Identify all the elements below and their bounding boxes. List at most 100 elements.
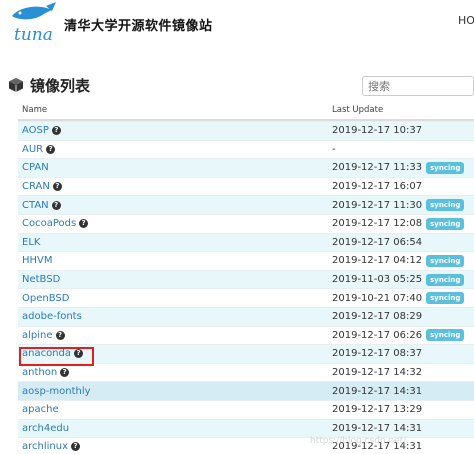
- help-icon[interactable]: ?: [74, 349, 84, 359]
- mirror-link[interactable]: arch4edu: [22, 423, 69, 434]
- nav-home-link[interactable]: HOM: [458, 14, 474, 27]
- mirror-name-cell: CRAN?: [18, 181, 328, 192]
- mirror-name-cell: OpenBSD: [18, 293, 328, 304]
- mirror-link[interactable]: CPAN: [22, 162, 49, 173]
- table-row: apache 2019-12-17 13:29: [18, 399, 474, 419]
- status-badge: syncing: [426, 199, 465, 212]
- column-header-last-update[interactable]: Last Update: [328, 105, 474, 115]
- search-input[interactable]: [362, 76, 474, 96]
- table-row: OpenBSD 2019-10-21 07:40 syncing: [18, 288, 474, 307]
- status-badge: syncing: [426, 329, 465, 342]
- mirror-link[interactable]: HHVM: [22, 255, 53, 266]
- site-title[interactable]: 清华大学开源软件镜像站: [64, 15, 213, 34]
- mirror-name-cell: archlinux?: [18, 441, 328, 452]
- last-update-cell: 2019-12-17 16:07: [328, 181, 474, 192]
- last-update-cell: 2019-12-17 06:26 syncing: [328, 329, 474, 342]
- watermark: https://blog.csdn.net/...: [310, 436, 415, 446]
- tuna-logo[interactable]: tuna: [6, 2, 58, 46]
- last-update-cell: 2019-12-17 08:37: [328, 348, 474, 359]
- help-icon[interactable]: ?: [55, 330, 65, 340]
- last-update-text: 2019-12-17 13:29: [332, 404, 423, 416]
- mirror-name-cell: ELK: [18, 237, 328, 248]
- mirror-link[interactable]: anaconda: [22, 348, 71, 359]
- help-icon[interactable]: ?: [60, 368, 70, 378]
- last-update-text: 2019-11-03 05:25: [332, 274, 423, 286]
- last-update-cell: 2019-12-17 11:30 syncing: [328, 199, 474, 212]
- mirror-link[interactable]: archlinux: [22, 441, 68, 452]
- status-badge: syncing: [426, 161, 465, 174]
- last-update-cell: 2019-12-17 11:33 syncing: [328, 161, 474, 174]
- last-update-cell: 2019-10-21 07:40 syncing: [328, 292, 474, 305]
- table-row: adobe-fonts 2019-12-17 08:29: [18, 306, 474, 326]
- last-update-cell: 2019-12-17 14:31: [328, 386, 474, 397]
- mirror-link[interactable]: CTAN: [22, 200, 49, 211]
- help-icon[interactable]: ?: [71, 442, 81, 452]
- mirror-link[interactable]: CocoaPods: [22, 218, 76, 229]
- table-body: AOSP? 2019-12-17 10:37 AUR? - CPAN 2019-12-17…: [18, 121, 474, 454]
- mirror-link[interactable]: AOSP: [22, 125, 49, 136]
- mirror-name-cell: anthon?: [18, 367, 328, 378]
- mirror-table: Name Last Update AOSP? 2019-12-17 10:37 AU…: [18, 101, 474, 454]
- mirror-name-cell: CTAN?: [18, 200, 328, 211]
- mirror-name-cell: apache: [18, 404, 328, 415]
- mirror-name-cell: aosp-monthly: [18, 386, 328, 397]
- page-title-text: 镜像列表: [30, 76, 91, 95]
- mirror-link[interactable]: OpenBSD: [22, 293, 69, 304]
- help-icon[interactable]: ?: [51, 200, 61, 210]
- mirror-link[interactable]: adobe-fonts: [22, 311, 82, 322]
- mirror-name-cell: alpine?: [18, 330, 328, 341]
- table-row: CPAN 2019-12-17 11:33 syncing: [18, 158, 474, 177]
- mirror-name-cell: arch4edu: [18, 423, 328, 434]
- last-update-cell: 2019-12-17 12:08 syncing: [328, 217, 474, 230]
- mirror-link[interactable]: apache: [22, 404, 59, 415]
- table-row: arch4edu 2019-12-17 14:31: [18, 418, 474, 438]
- table-row: aosp-monthly 2019-12-17 14:31: [18, 381, 474, 400]
- table-row: anthon? 2019-12-17 14:32: [18, 362, 474, 382]
- table-header: Name Last Update: [18, 101, 474, 121]
- mirror-link[interactable]: CRAN: [22, 181, 50, 192]
- status-badge: syncing: [426, 292, 465, 305]
- page-title: 镜像列表: [8, 75, 90, 95]
- mirror-link[interactable]: ELK: [22, 237, 40, 248]
- last-update-text: 2019-12-17 14:32: [332, 367, 423, 379]
- last-update-cell: 2019-12-17 14:32: [328, 367, 474, 378]
- last-update-cell: -: [328, 144, 474, 155]
- help-icon[interactable]: ?: [52, 182, 62, 192]
- table-row: HHVM 2019-12-17 04:12 syncing: [18, 251, 474, 270]
- last-update-cell: 2019-12-17 14:31: [328, 423, 474, 434]
- last-update-text: 2019-10-21 07:40: [332, 292, 423, 304]
- last-update-text: 2019-12-17 12:08: [332, 218, 423, 230]
- last-update-text: 2019-12-17 08:37: [332, 348, 423, 360]
- mirror-name-cell: anaconda?: [18, 348, 328, 359]
- mirror-name-cell: CPAN: [18, 162, 328, 173]
- last-update-text: 2019-12-17 11:30: [332, 199, 423, 211]
- last-update-cell: 2019-12-17 13:29: [328, 404, 474, 415]
- last-update-text: 2019-12-17 08:29: [332, 311, 423, 323]
- mirror-link[interactable]: anthon: [22, 367, 57, 378]
- mirror-link[interactable]: alpine: [22, 330, 53, 341]
- status-badge: syncing: [426, 217, 465, 230]
- help-icon[interactable]: ?: [79, 219, 89, 229]
- table-row: anaconda? 2019-12-17 08:37: [18, 344, 474, 363]
- last-update-text: 2019-12-17 10:37: [332, 125, 423, 137]
- table-row: AUR? -: [18, 139, 474, 159]
- mirror-name-cell: HHVM: [18, 255, 328, 266]
- site-header: tuna 清华大学开源软件镜像站 HOM: [0, 0, 474, 50]
- last-update-text: 2019-12-17 11:33: [332, 162, 423, 174]
- mirror-link[interactable]: aosp-monthly: [22, 386, 91, 397]
- last-update-text: 2019-12-17 14:31: [332, 422, 423, 434]
- last-update-text: 2019-12-17 04:12: [332, 255, 423, 267]
- column-header-name[interactable]: Name: [18, 105, 328, 115]
- mirror-name-cell: adobe-fonts: [18, 311, 328, 322]
- table-row: CTAN? 2019-12-17 11:30 syncing: [18, 195, 474, 214]
- last-update-cell: 2019-12-17 06:54: [328, 237, 474, 248]
- help-icon[interactable]: ?: [46, 144, 56, 154]
- mirror-link[interactable]: NetBSD: [22, 274, 60, 285]
- mirror-link[interactable]: AUR: [22, 144, 43, 155]
- status-badge: syncing: [426, 273, 465, 286]
- mirror-name-cell: CocoaPods?: [18, 218, 328, 229]
- mirror-name-cell: AUR?: [18, 144, 328, 155]
- last-update-text: -: [332, 143, 336, 155]
- table-row: CRAN? 2019-12-17 16:07: [18, 176, 474, 196]
- help-icon[interactable]: ?: [51, 126, 61, 136]
